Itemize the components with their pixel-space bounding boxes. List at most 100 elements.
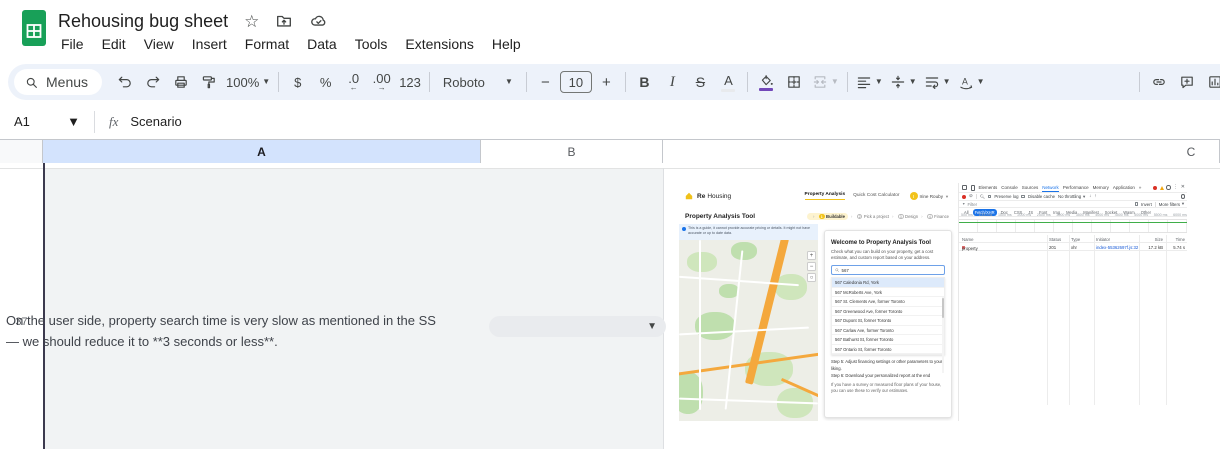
warning-badge-icon[interactable] [1159, 185, 1164, 190]
invert-checkbox[interactable] [1134, 202, 1139, 206]
number-format-button[interactable]: 123 [396, 69, 424, 95]
network-settings-icon[interactable] [1180, 194, 1185, 199]
address-suggestion[interactable]: 567 Greenwood Ave, former Toronto [832, 307, 944, 317]
address-search-input[interactable]: 567 [831, 265, 945, 276]
close-icon[interactable]: ✕ [1181, 185, 1185, 190]
address-suggestion[interactable]: 567 Caledonia Rd, York [832, 278, 944, 288]
map-locate-button[interactable]: ○ [807, 273, 816, 282]
map-zoom-in-button[interactable]: + [807, 251, 816, 260]
filter-input[interactable]: Filter [967, 202, 977, 207]
print-button[interactable] [167, 69, 194, 95]
decrease-font-size-button[interactable]: − [532, 69, 559, 95]
embedded-screenshot[interactable]: Re Housing Property Analysis Quick Cost Ca… [679, 183, 1187, 421]
clear-icon[interactable]: ⊘ [969, 194, 973, 199]
insert-chart-button[interactable] [1201, 69, 1220, 95]
address-suggestion[interactable]: 567 Carlaw Ave, former Toronto [832, 326, 944, 336]
insert-comment-button[interactable] [1173, 69, 1200, 95]
kebab-menu-icon[interactable]: ⋮ [1173, 185, 1178, 190]
text-rotation-button[interactable]: A ▼ [955, 69, 988, 95]
italic-button[interactable]: I [659, 69, 686, 95]
select-all-corner[interactable] [0, 140, 43, 163]
text-wrap-button[interactable]: ▼ [921, 69, 954, 95]
decrease-decimal-button[interactable]: .0 ← [340, 69, 367, 95]
address-suggestion[interactable]: 567 Ontario St, former Toronto [832, 345, 944, 355]
disable-cache-checkbox[interactable] [1021, 194, 1025, 199]
font-size-input[interactable]: 10 [559, 71, 592, 93]
error-badge-icon[interactable] [1153, 185, 1158, 190]
sheets-logo-icon[interactable] [20, 9, 48, 47]
request-row[interactable]: property 201 xhr index-55362697f.js:323 … [959, 243, 1187, 251]
menu-item[interactable]: Tools [346, 35, 397, 53]
increase-font-size-button[interactable]: + [593, 69, 620, 95]
horizontal-align-button[interactable]: ▼ [853, 69, 886, 95]
column-header-c[interactable]: C [663, 140, 1220, 163]
cell-dropdown-chip[interactable]: ▼ [489, 316, 666, 337]
settings-gear-icon[interactable] [1166, 185, 1171, 190]
device-toolbar-icon[interactable] [971, 184, 975, 191]
col-status[interactable]: Status [1049, 237, 1061, 242]
menu-item[interactable]: View [135, 35, 183, 53]
devtools-tab[interactable]: Network [1042, 184, 1059, 192]
document-title[interactable]: Rehousing bug sheet [58, 11, 228, 32]
insert-link-button[interactable] [1145, 69, 1172, 95]
address-suggestion[interactable]: 567 St. Clements Ave, former Toronto [832, 297, 944, 307]
paint-format-button[interactable] [195, 69, 222, 95]
devtools-tab[interactable]: Memory [1093, 184, 1109, 191]
inspect-element-icon[interactable] [962, 185, 967, 190]
fill-color-button[interactable] [753, 69, 780, 95]
address-suggestion[interactable]: 567 McRoberts Ave, York [832, 288, 944, 298]
nav-item[interactable]: Quick Cost Calculator [853, 193, 899, 200]
more-filters-button[interactable]: More filters ▼ [1159, 202, 1185, 207]
format-percent-button[interactable]: % [312, 69, 339, 95]
menu-item[interactable]: Data [298, 35, 346, 53]
undo-button[interactable] [111, 69, 138, 95]
map-zoom-out-button[interactable]: − [807, 262, 816, 271]
zoom-select[interactable]: 100% ▼ [223, 69, 273, 95]
list-scrollbar[interactable] [941, 297, 944, 373]
devtools-tab[interactable]: » [1139, 184, 1142, 191]
search-icon[interactable]: 🔍︎ [980, 194, 985, 199]
menus-search-button[interactable]: Menus [14, 69, 103, 95]
menu-item[interactable]: Edit [93, 35, 135, 53]
font-family-select[interactable]: Roboto ▼ [435, 69, 521, 95]
text-color-button[interactable]: A [715, 69, 742, 95]
format-currency-button[interactable]: $ [284, 69, 311, 95]
borders-button[interactable] [781, 69, 808, 95]
menu-item[interactable]: Format [236, 35, 298, 53]
bold-button[interactable]: B [631, 69, 658, 95]
cell-a37-text[interactable]: On the user side, property search time i… [6, 310, 436, 352]
move-to-folder-icon[interactable] [275, 12, 293, 30]
increase-decimal-button[interactable]: .00 → [368, 69, 395, 95]
column-header-a[interactable]: A [43, 140, 481, 163]
formula-content[interactable]: Scenario [130, 114, 181, 129]
column-header-b[interactable]: B [481, 140, 663, 163]
redo-button[interactable] [139, 69, 166, 95]
menu-item[interactable]: Help [483, 35, 530, 53]
preserve-log-checkbox[interactable] [987, 194, 992, 199]
download-icon[interactable]: ↓ [1089, 194, 1091, 199]
upload-icon[interactable]: ↑ [1094, 194, 1096, 199]
devtools-tab[interactable]: Console [1001, 184, 1018, 191]
col-time[interactable]: Time [1149, 237, 1185, 242]
menu-item[interactable]: File [52, 35, 93, 53]
vertical-align-button[interactable]: ▼ [887, 69, 920, 95]
star-icon[interactable]: ☆ [244, 13, 259, 30]
rehousing-user-menu[interactable]: I Irine Rouby ▼ [909, 192, 949, 200]
timeline-overview[interactable] [959, 219, 1187, 233]
nav-item[interactable]: Property Analysis [804, 192, 846, 200]
throttling-select[interactable]: No throttling ▼ [1058, 194, 1086, 199]
strikethrough-button[interactable]: S [687, 69, 714, 95]
address-suggestion[interactable]: 567 Bathurst St, former Toronto [832, 335, 944, 345]
menu-item[interactable]: Extensions [396, 35, 482, 53]
menu-item[interactable]: Insert [183, 35, 236, 53]
col-name[interactable]: Name [962, 237, 973, 242]
col-initiator[interactable]: Initiator [1096, 237, 1110, 242]
address-suggestion[interactable]: 567 Dupont St, former Toronto [832, 316, 944, 326]
devtools-tab[interactable]: Performance [1063, 184, 1089, 191]
col-type[interactable]: Type [1071, 237, 1080, 242]
devtools-tab[interactable]: Sources [1022, 184, 1039, 191]
merge-cells-button[interactable]: ▼ [809, 69, 842, 95]
record-icon[interactable] [962, 194, 966, 199]
devtools-tab[interactable]: Application [1113, 184, 1135, 191]
devtools-tab[interactable]: Elements [979, 184, 998, 191]
